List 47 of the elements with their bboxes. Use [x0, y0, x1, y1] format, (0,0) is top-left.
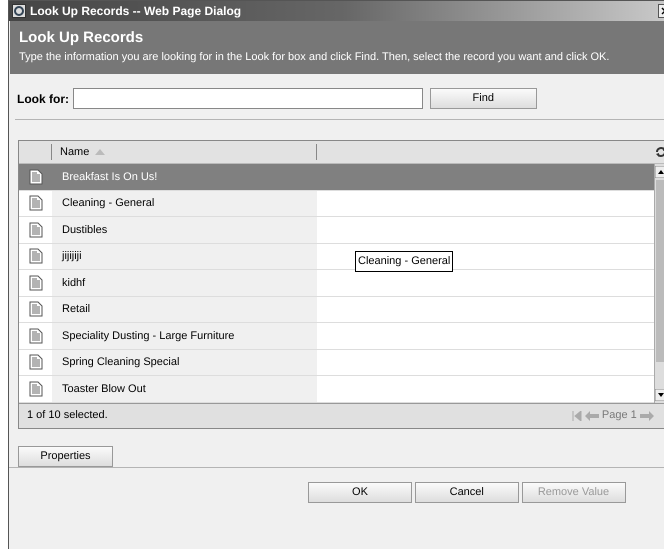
selection-status: 1 of 10 selected.	[27, 408, 108, 424]
record-name: Toaster Blow Out	[62, 382, 146, 396]
remove-value-button: Remove Value	[522, 482, 626, 502]
properties-button[interactable]: Properties	[18, 446, 113, 466]
record-name: Dustibles	[62, 222, 108, 238]
record-row[interactable]: Toaster Blow Out	[19, 376, 654, 402]
dialog-button[interactable]: OK	[308, 482, 412, 502]
search-field[interactable]	[73, 88, 423, 109]
record-row[interactable]: Retail	[19, 296, 654, 323]
record-name: Retail	[62, 302, 90, 317]
record-row[interactable]: Speciality Dusting - Large Furniture	[19, 323, 654, 350]
tooltip: Cleaning - General	[355, 251, 454, 272]
document-icon	[28, 301, 42, 318]
dialog-heading: Look Up Records	[19, 29, 144, 47]
document-icon	[28, 222, 42, 238]
browser-icon	[12, 4, 26, 18]
record-name: Cleaning - General	[62, 196, 154, 211]
record-name: Breakfast Is On Us!	[62, 170, 158, 184]
record-name: jijijiji	[62, 249, 82, 264]
scroll-down-icon[interactable]	[655, 388, 664, 400]
find-button[interactable]: Find	[430, 88, 537, 109]
dialog-button[interactable]: Cancel	[414, 482, 519, 502]
record-name: Spring Cleaning Special	[62, 355, 180, 370]
record-row[interactable]: kidhf	[19, 270, 654, 296]
record-row[interactable]: Dustibles	[19, 217, 654, 244]
document-icon	[28, 168, 42, 185]
first-page-icon[interactable]	[572, 410, 582, 420]
sort-ascending-icon	[94, 149, 105, 155]
record-name: Speciality Dusting - Large Furniture	[62, 328, 234, 344]
search-label: Look for:	[17, 90, 69, 108]
document-icon	[28, 274, 42, 291]
refresh-icon[interactable]	[655, 146, 664, 158]
window-title: Look Up Records -- Web Page Dialog	[30, 3, 242, 20]
record-name: kidhf	[62, 276, 86, 290]
document-icon	[28, 248, 42, 264]
document-icon	[28, 328, 42, 344]
scroll-up-icon[interactable]	[655, 166, 664, 178]
page-label: Page 1	[602, 408, 637, 424]
document-icon	[28, 354, 42, 370]
instructions: Type the information you are looking for in the Look for box and click Find. Then, select the record you want and click OK.	[19, 50, 610, 64]
document-icon	[28, 195, 42, 212]
record-row[interactable]: Spring Cleaning Special	[19, 350, 654, 376]
record-row[interactable]: Breakfast Is On Us!	[19, 164, 654, 190]
document-icon	[28, 380, 42, 397]
scrollbar[interactable]	[654, 164, 664, 402]
record-row[interactable]: Cleaning - General	[19, 190, 654, 217]
column-label: Name	[60, 144, 90, 160]
